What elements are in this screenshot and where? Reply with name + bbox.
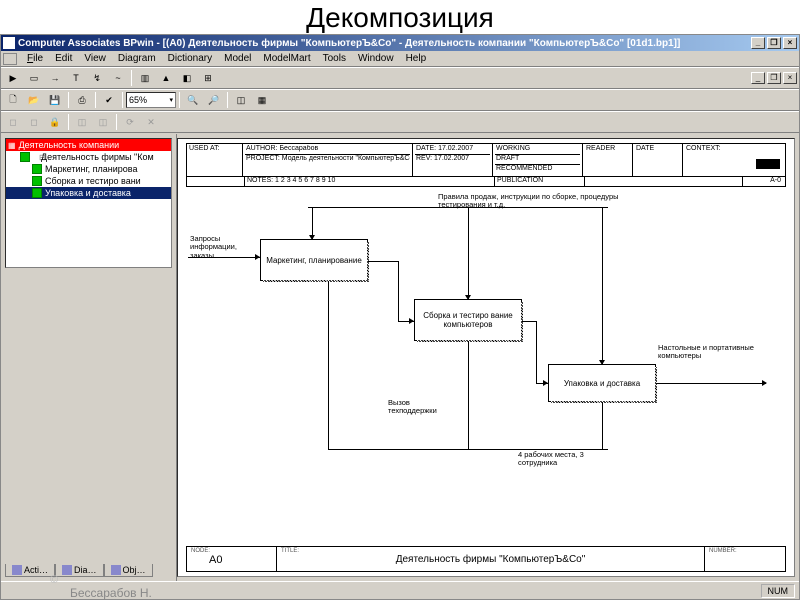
zoom-out-icon[interactable]: 🔎 bbox=[204, 91, 224, 109]
mm-merge-icon[interactable]: ◫ bbox=[72, 113, 92, 131]
slide-title: Декомпозиция bbox=[0, 0, 800, 34]
status-num: NUM bbox=[761, 584, 796, 598]
zoom-combo[interactable]: 65% bbox=[126, 92, 176, 108]
tab-icon bbox=[111, 565, 121, 575]
maximize-button[interactable]: ❐ bbox=[767, 37, 781, 49]
menu-edit[interactable]: Edit bbox=[49, 52, 78, 65]
titlebar: Computer Associates BPwin - [(A0) Деятел… bbox=[1, 35, 799, 51]
print-icon[interactable]: ⎙ bbox=[72, 91, 92, 109]
tree-item-3[interactable]: Упаковка и доставка bbox=[6, 187, 171, 199]
tab-diagrams[interactable]: Dia… bbox=[55, 564, 104, 577]
toolbar-1: ▶ ▭ → T ↯ ~ ▥ ▲ ◧ ⊞ _ ❐ × bbox=[1, 67, 799, 89]
modelmart-icon[interactable]: ◫ bbox=[231, 91, 251, 109]
model-tree[interactable]: Деятельность компании ⊟Деятельность фирм… bbox=[5, 138, 172, 268]
parent-icon[interactable]: ▲ bbox=[156, 69, 176, 87]
tab-activities[interactable]: Acti… bbox=[5, 564, 55, 577]
menubar: FFileile Edit View Diagram Dictionary Mo… bbox=[1, 51, 799, 67]
app-window: Computer Associates BPwin - [(A0) Деятел… bbox=[0, 34, 800, 600]
activity-box-2[interactable]: Сборка и тестиро вание компьютеров bbox=[414, 299, 522, 341]
author-credit: Бессарабов Н. bbox=[70, 586, 152, 600]
tab-objects[interactable]: Obj… bbox=[104, 564, 153, 577]
minimize-button[interactable]: _ bbox=[751, 37, 765, 49]
tree-item-2[interactable]: Сборка и тестиро вани bbox=[6, 175, 171, 187]
sibling-icon[interactable]: ◧ bbox=[177, 69, 197, 87]
idef-header: USED AT: AUTHOR: Бессарабов PROJECT: Мод… bbox=[186, 143, 786, 177]
mm-x-icon[interactable]: ✕ bbox=[141, 113, 161, 131]
mdi-close-button[interactable]: × bbox=[783, 72, 797, 84]
mdi-minimize-button[interactable]: _ bbox=[751, 72, 765, 84]
arrow-tool-icon[interactable]: → bbox=[45, 69, 65, 87]
tab-icon bbox=[12, 565, 22, 575]
menu-modelmart[interactable]: ModelMart bbox=[257, 52, 316, 65]
menu-diagram[interactable]: Diagram bbox=[112, 52, 162, 65]
label-staff: 4 рабочих места, 3 сотрудника bbox=[518, 451, 618, 468]
decompose-icon[interactable]: ▥ bbox=[135, 69, 155, 87]
tree-root[interactable]: Деятельность компании bbox=[6, 139, 171, 151]
menu-file[interactable]: FFileile bbox=[21, 52, 49, 65]
tree-item-0[interactable]: ⊟Деятельность фирмы "Ком bbox=[6, 151, 171, 163]
copyright-symbol: © bbox=[50, 574, 58, 586]
pointer-tool-icon[interactable]: ▶ bbox=[3, 69, 23, 87]
menu-window[interactable]: Window bbox=[352, 52, 400, 65]
mm-open-icon[interactable]: ◻ bbox=[3, 113, 23, 131]
mm-refresh-icon[interactable]: ⟳ bbox=[120, 113, 140, 131]
new-icon[interactable]: 🗋 bbox=[3, 91, 23, 109]
mm-lock-icon[interactable]: 🔒 bbox=[45, 113, 65, 131]
idef-footer: NODE: A0 TITLE: Деятельность фирмы "Комп… bbox=[186, 546, 786, 572]
tree-item-1[interactable]: Маркетинг, планирова bbox=[6, 163, 171, 175]
menu-dictionary[interactable]: Dictionary bbox=[162, 52, 218, 65]
sidebar-tabs: Acti… Dia… Obj… bbox=[5, 564, 172, 577]
context-marker bbox=[756, 159, 780, 169]
mm-diff-icon[interactable]: ◫ bbox=[93, 113, 113, 131]
tree-icon[interactable]: ⊞ bbox=[198, 69, 218, 87]
report-icon[interactable]: ▦ bbox=[252, 91, 272, 109]
tab-icon bbox=[62, 565, 72, 575]
activity-box-1[interactable]: Маркетинг, планирование bbox=[260, 239, 368, 281]
close-button[interactable]: × bbox=[783, 37, 797, 49]
mm-save-icon[interactable]: ◻ bbox=[24, 113, 44, 131]
menu-view[interactable]: View bbox=[78, 52, 112, 65]
open-icon[interactable]: 📂 bbox=[24, 91, 44, 109]
label-support: Вызов техподдержки bbox=[388, 399, 458, 416]
squiggle-tool-icon[interactable]: ~ bbox=[108, 69, 128, 87]
zoom-in-icon[interactable]: 🔍 bbox=[183, 91, 203, 109]
save-icon[interactable]: 💾 bbox=[45, 91, 65, 109]
menu-help[interactable]: Help bbox=[400, 52, 433, 65]
spellcheck-icon[interactable]: ✔ bbox=[99, 91, 119, 109]
link-tool-icon[interactable]: ↯ bbox=[87, 69, 107, 87]
titlebar-text: Computer Associates BPwin - [(A0) Деятел… bbox=[18, 38, 751, 49]
sidebar: Деятельность компании ⊟Деятельность фирм… bbox=[1, 134, 177, 581]
activity-box-3[interactable]: Упаковка и доставка bbox=[548, 364, 656, 402]
toolbar-3: ◻ ◻ 🔒 ◫ ◫ ⟳ ✕ bbox=[1, 111, 799, 133]
mdi-restore-button[interactable]: ❐ bbox=[767, 72, 781, 84]
diagram-canvas[interactable]: USED AT: AUTHOR: Бессарабов PROJECT: Мод… bbox=[177, 138, 795, 577]
label-output: Настольные и портативные компьютеры bbox=[658, 344, 768, 361]
menu-tools[interactable]: Tools bbox=[317, 52, 352, 65]
app-icon bbox=[3, 37, 15, 49]
idef-notes-row: NOTES: 1 2 3 4 5 6 7 8 9 10 PUBLICATION … bbox=[186, 177, 786, 187]
menu-model[interactable]: Model bbox=[218, 52, 257, 65]
toolbar-2: 🗋 📂 💾 ⎙ ✔ 65% 🔍 🔎 ◫ ▦ bbox=[1, 89, 799, 111]
mdi-icon bbox=[3, 53, 17, 65]
text-tool-icon[interactable]: T bbox=[66, 69, 86, 87]
box-tool-icon[interactable]: ▭ bbox=[24, 69, 44, 87]
